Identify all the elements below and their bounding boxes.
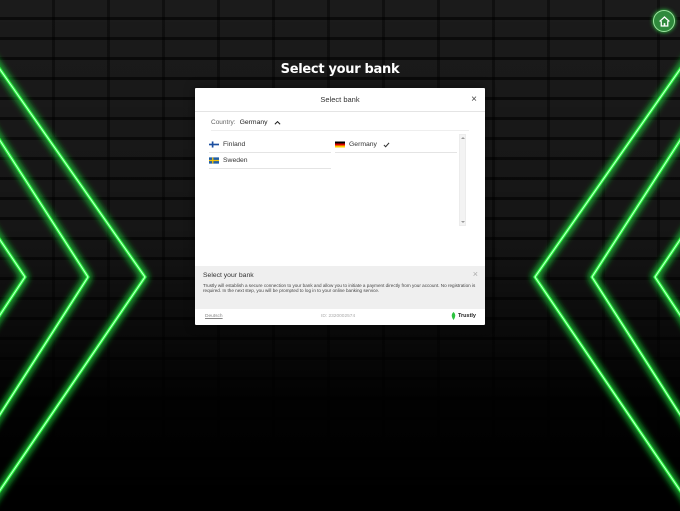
modal-footer: Deutsch ID: 2320002574 Trustly <box>195 309 485 325</box>
germany-flag-icon <box>335 141 345 148</box>
right-chevron-small <box>653 237 680 318</box>
left-chevron-inner <box>0 137 90 418</box>
close-icon[interactable]: × <box>471 88 477 112</box>
list-scrollbar[interactable] <box>459 134 466 226</box>
list-item-germany[interactable]: Germany <box>335 137 457 153</box>
list-item-finland[interactable]: Finland <box>209 137 331 153</box>
sweden-flag-icon <box>209 157 219 164</box>
info-panel: Select your bank × Trustly will establis… <box>195 266 485 309</box>
country-value: Germany <box>239 119 268 126</box>
trustly-logo: Trustly <box>450 312 476 320</box>
info-text: Trustly will establish a secure connecti… <box>203 283 476 294</box>
checkmark-icon <box>383 142 390 147</box>
list-item-label: Finland <box>223 141 246 148</box>
language-link[interactable]: Deutsch <box>205 314 223 319</box>
home-button[interactable] <box>653 10 675 32</box>
list-item-label: Germany <box>349 141 377 148</box>
finland-flag-icon <box>209 141 219 148</box>
country-divider <box>211 130 469 131</box>
info-title: Select your bank <box>203 272 254 279</box>
info-close-icon[interactable]: × <box>473 269 478 279</box>
page-title: Select your bank <box>280 62 400 77</box>
chevron-up-icon <box>274 120 281 125</box>
bank-select-modal: Select bank × Country: Germany Finland S… <box>195 88 485 325</box>
list-item-label: Sweden <box>223 157 248 164</box>
country-label: Country: <box>211 119 236 126</box>
list-item-sweden[interactable]: Sweden <box>209 153 331 169</box>
country-list: Finland Sweden Germany <box>209 137 459 232</box>
modal-header: Select bank × <box>195 88 485 112</box>
scroll-down-arrow-icon[interactable] <box>461 221 465 223</box>
home-icon <box>658 15 670 27</box>
modal-title: Select bank <box>320 95 360 104</box>
trustly-logo-icon <box>451 312 456 320</box>
left-chevron-small <box>0 237 27 318</box>
brand-name: Trustly <box>457 313 476 319</box>
scroll-up-arrow-icon[interactable] <box>461 137 465 139</box>
country-selector[interactable]: Country: Germany <box>211 119 281 126</box>
right-chevron-inner <box>590 137 680 418</box>
session-id: ID: 2320002574 <box>321 314 356 319</box>
